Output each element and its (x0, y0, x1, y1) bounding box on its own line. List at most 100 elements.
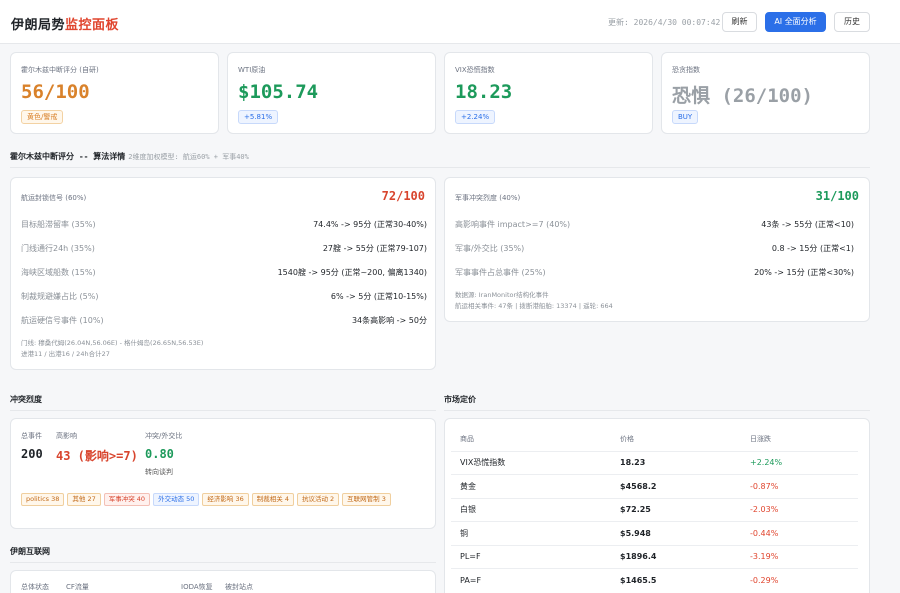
updated-timestamp: 更新: 2026/4/30 00:07:42 (608, 18, 721, 27)
commodity-price: $72.25 (611, 497, 741, 522)
category-tag[interactable]: 军事冲突 40 (103, 493, 151, 506)
total-events-label: 总事件 (21, 432, 42, 440)
kpi-card-wti: WTI原油 $105.74 +5.81% (227, 52, 436, 134)
category-tag[interactable]: 其他 27 (67, 493, 101, 506)
commodity-name: 铜 (451, 521, 611, 545)
metric-label: 门线通行24h (35%) (21, 244, 95, 253)
metric-row: 制裁规避嫌占比 (5%) 6% -> 5分 (正常10-15%) (21, 291, 427, 305)
table-row: VIX恐慌指数 18.23 +2.24% (451, 450, 858, 475)
kpi-value: 56/100 (21, 81, 90, 103)
ratio-value: 0.80 (145, 447, 174, 461)
total-events-value: 200 (21, 447, 43, 461)
commodity-name: 黄金 (451, 474, 611, 498)
metric-value: 43条 -> 55分 (正常<10) (761, 220, 854, 229)
conflict-panel: 总事件 高影响 冲突/外交比 200 43 (影响>=7) 0.80 转向谈判 … (10, 418, 436, 529)
metric-row: 航运硬信号事件 (10%) 34条高影响 -> 50分 (21, 315, 427, 329)
metric-row: 目标船滞留率 (35%) 74.4% -> 95分 (正常30-40%) (21, 219, 427, 233)
column-header: 日涨跌 (750, 434, 771, 443)
commodity-change: -0.44% (741, 521, 858, 545)
commodity-name: PA=F (451, 568, 611, 592)
high-impact-value: 43 (影响>=7) (56, 449, 138, 463)
refresh-button[interactable]: 刷新 (722, 12, 757, 32)
metric-row: 军事事件占总事件 (25%) 20% -> 15分 (正常<30%) (455, 267, 854, 281)
shipping-head: 航运封锁信号 (60%) (21, 194, 87, 202)
shipping-panel: 航运封锁信号 (60%) 72/100 目标船滞留率 (35%) 74.4% ->… (10, 177, 436, 370)
market-panel: 商品 价格 日涨跌 VIX恐慌指数 18.23 +2.24% 黄金 $4568.… (444, 418, 870, 593)
blocked-sites-label: 被封站点 (225, 583, 253, 591)
metric-row: 门线通行24h (35%) 27艘 -> 55分 (正常79-107) (21, 243, 427, 257)
metric-label: 军事事件占总事件 (25%) (455, 268, 546, 277)
ratio-label: 冲突/外交比 (145, 432, 183, 440)
signal-badge: BUY (672, 110, 699, 124)
history-button[interactable]: 历史 (834, 12, 870, 32)
kpi-value: 18.23 (455, 81, 513, 103)
metric-value: 34条高影响 -> 50分 (351, 316, 427, 325)
commodity-name: VIX恐慌指数 (451, 450, 611, 475)
metric-label: 目标船滞留率 (35%) (21, 220, 96, 229)
algo-title: 霍尔木兹中断评分 -- 算法详情 (10, 152, 126, 161)
military-note-source: 数据源: IranMonitor结构化事件 (455, 291, 549, 299)
top-header: 伊朗局势监控面板 更新: 2026/4/30 00:07:42 刷新 AI 全面… (0, 0, 900, 44)
ioda-label: IODA恢复 (181, 583, 213, 591)
kpi-value: $105.74 (238, 81, 319, 103)
table-header-row: 商品 价格 日涨跌 (451, 427, 858, 451)
change-badge: +5.81% (238, 110, 279, 124)
table-row: PA=F $1465.5 -0.29% (451, 568, 858, 592)
commodity-price: 18.23 (611, 450, 741, 475)
metric-label: 军事/外交比 (35%) (455, 244, 525, 253)
kpi-card-fear-greed: 恐贪指数 恐惧 (26/100) BUY (661, 52, 870, 134)
metric-row: 军事/外交比 (35%) 0.8 -> 15分 (正常<1) (455, 243, 854, 257)
military-panel: 军事冲突烈度 (40%) 31/100 高影响事件 impact>=7 (40%… (444, 177, 870, 322)
commodity-name: 白银 (451, 497, 611, 522)
commodity-change: +2.24% (741, 450, 858, 475)
military-note-stats: 航运相关事件: 47条 | 拨断港船舶: 13374 | 遥轮: 664 (455, 302, 613, 310)
algo-section-title: 霍尔木兹中断评分 -- 算法详情 2维度加权模型: 航运60% + 军事40% (10, 151, 249, 162)
category-tag[interactable]: politics 38 (21, 493, 65, 506)
page-title: 伊朗局势监控面板 (11, 14, 119, 33)
table-row: 白银 $72.25 -2.03% (451, 497, 858, 522)
metric-row: 海峡区域船数 (15%) 1540艘 -> 95分 (正常~200, 偏离1340… (21, 267, 427, 281)
metric-value: 6% -> 5分 (正常10-15%) (330, 292, 427, 301)
table-row: 黄金 $4568.2 -0.87% (451, 474, 858, 498)
category-tag[interactable]: 外交动态 50 (153, 493, 200, 506)
internet-section-title: 伊朗互联网 (10, 547, 50, 556)
category-tag[interactable]: 抗议活动 2 (296, 493, 340, 506)
commodity-change: -0.29% (741, 568, 858, 592)
kpi-card-hormuz: 霍尔木兹中断评分 (自研) 56/100 黄色/警戒 (10, 52, 219, 134)
commodity-price: $1465.5 (611, 568, 741, 592)
section-divider (10, 562, 436, 563)
shipping-note-traffic: 进港11 / 出港16 / 24h合计27 (21, 350, 110, 358)
kpi-label: WTI原油 (238, 66, 266, 74)
cf-traffic-label: CF流量 (66, 583, 89, 591)
shipping-note-gate: 门线: 穆桑代姆(26.04N,56.06E) - 格什姆岛(26.65N,56… (21, 339, 204, 347)
column-header: 价格 (620, 434, 634, 443)
commodity-change: -2.03% (741, 497, 858, 522)
metric-label: 海峡区域船数 (15%) (21, 268, 96, 277)
section-divider (444, 410, 870, 411)
category-tag[interactable]: 经济影响 36 (202, 493, 249, 506)
commodity-name: PL=F (451, 544, 611, 569)
commodity-change: -0.87% (741, 474, 858, 498)
change-badge: +2.24% (455, 110, 496, 124)
category-tag[interactable]: 互联网管制 3 (342, 493, 391, 506)
market-section-title: 市场定价 (444, 395, 476, 404)
kpi-label: 恐贪指数 (672, 66, 700, 74)
ai-analysis-button[interactable]: AI 全面分析 (765, 12, 826, 32)
column-header: 商品 (460, 434, 474, 443)
metric-value: 74.4% -> 95分 (正常30-40%) (313, 220, 427, 229)
commodity-price: $4568.2 (611, 474, 741, 498)
trend-text: 转向谈判 (145, 468, 173, 476)
internet-panel: 总体状态 CF流量 IODA恢复 被封站点 (10, 570, 436, 593)
military-head: 军事冲突烈度 (40%) (455, 194, 521, 202)
overall-status-label: 总体状态 (21, 583, 49, 591)
kpi-card-vix: VIX恐慌指数 18.23 +2.24% (444, 52, 653, 134)
section-divider (10, 167, 870, 168)
category-tag[interactable]: 制裁相关 4 (251, 493, 294, 506)
category-tags: politics 38 其他 27 军事冲突 40 外交动态 50 经济影响 36 制裁相… (21, 486, 421, 509)
commodity-price: $1896.4 (611, 544, 741, 569)
page-title-accent: 监控面板 (65, 18, 120, 33)
commodity-change: -3.19% (741, 544, 858, 569)
metric-label: 航运硬信号事件 (10%) (21, 316, 104, 325)
table-row: PL=F $1896.4 -3.19% (451, 544, 858, 569)
military-score: 31/100 (815, 189, 859, 203)
